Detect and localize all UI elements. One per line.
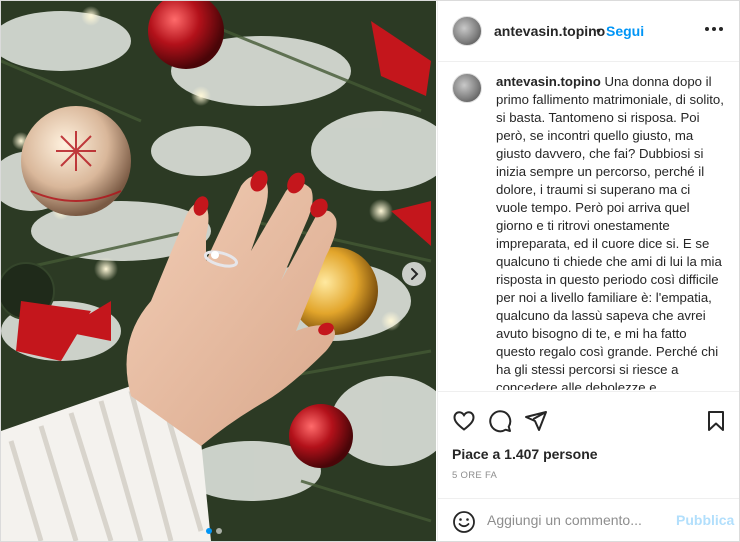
paper-plane-icon[interactable]: [524, 409, 548, 433]
carousel-dot-active: [206, 528, 212, 534]
caption-block: antevasin.topino Una donna dopo il primo…: [452, 69, 727, 390]
action-bar: [438, 391, 739, 442]
carousel-indicator: [206, 521, 226, 539]
next-image-button[interactable]: [402, 262, 426, 286]
avatar[interactable]: [452, 16, 482, 46]
post-timestamp[interactable]: 5 ORE FA: [452, 470, 497, 481]
emoji-icon[interactable]: [452, 510, 476, 534]
more-dot: [712, 27, 716, 31]
comment-input[interactable]: [487, 510, 667, 530]
post-side-panel: antevasin.topino • Segui antevasin.topin…: [437, 1, 739, 541]
caption-avatar[interactable]: [452, 73, 482, 103]
publish-button[interactable]: Pubblica: [676, 512, 734, 528]
username[interactable]: antevasin.topino: [494, 23, 605, 39]
caption-username[interactable]: antevasin.topino: [496, 74, 601, 89]
christmas-tree-photo: [1, 1, 436, 541]
caption-body: Una donna dopo il primo fallimento matri…: [496, 74, 724, 390]
heart-icon[interactable]: [452, 409, 476, 433]
more-options-icon[interactable]: [703, 18, 725, 38]
comment-bar: Pubblica: [438, 498, 739, 541]
post-image[interactable]: [1, 1, 436, 541]
carousel-dot: [216, 528, 222, 534]
chevron-right-icon: [411, 268, 419, 280]
caption-text: antevasin.topino Una donna dopo il primo…: [496, 73, 724, 390]
likes-count[interactable]: Piace a 1.407 persone: [452, 446, 598, 462]
follow-button[interactable]: Segui: [606, 23, 644, 39]
post-header: antevasin.topino • Segui: [438, 1, 739, 62]
more-dot: [705, 27, 709, 31]
comment-icon[interactable]: [488, 409, 512, 433]
more-dot: [719, 27, 723, 31]
post-dialog: antevasin.topino • Segui antevasin.topin…: [0, 0, 740, 542]
separator-dot: •: [596, 22, 601, 38]
bookmark-icon[interactable]: [704, 409, 728, 433]
